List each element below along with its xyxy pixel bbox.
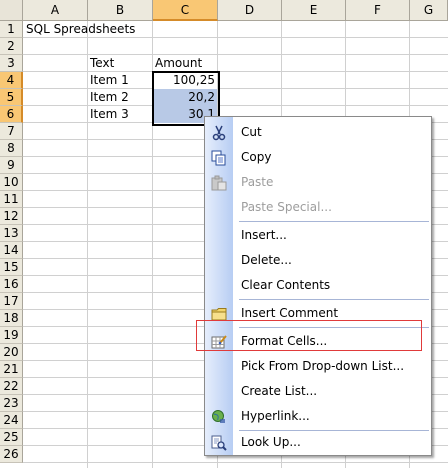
cell-b6[interactable]: Item 3 xyxy=(88,106,152,123)
scissors-icon xyxy=(211,125,227,141)
menu-item-label: Paste xyxy=(241,175,274,189)
column-header-f[interactable]: F xyxy=(346,0,410,21)
menu-item-delete[interactable]: Delete... xyxy=(205,248,431,273)
cell-b4[interactable]: Item 1 xyxy=(88,72,152,89)
column-header-d[interactable]: D xyxy=(218,0,282,21)
row-header-9[interactable]: 9 xyxy=(0,157,23,174)
cell-a1[interactable]: SQL Spreadsheets xyxy=(24,21,164,38)
menu-item-label: Copy xyxy=(241,150,272,164)
menu-item-clear-contents[interactable]: Clear Contents xyxy=(205,273,431,298)
row-header-4[interactable]: 4 xyxy=(0,72,23,89)
row-header-8[interactable]: 8 xyxy=(0,140,23,157)
row-header-26[interactable]: 26 xyxy=(0,446,23,463)
row-header-12[interactable]: 12 xyxy=(0,208,23,225)
row-header-15[interactable]: 15 xyxy=(0,259,23,276)
row-header-10[interactable]: 10 xyxy=(0,174,23,191)
row-header-3[interactable]: 3 xyxy=(0,55,23,72)
row-header-1[interactable]: 1 xyxy=(0,21,23,38)
menu-item-label: Clear Contents xyxy=(241,278,331,292)
copy-icon xyxy=(211,150,227,166)
cell-b3[interactable]: Text xyxy=(88,55,152,72)
column-header-b[interactable]: B xyxy=(88,0,153,21)
column-header-g[interactable]: G xyxy=(410,0,448,21)
row-header-25[interactable]: 25 xyxy=(0,429,23,446)
menu-separator xyxy=(239,221,429,222)
menu-item-paste-special[interactable]: Paste Special... xyxy=(205,195,431,220)
highlight-annotation-box xyxy=(196,320,422,351)
row-header-20[interactable]: 20 xyxy=(0,344,23,361)
row-header-23[interactable]: 23 xyxy=(0,395,23,412)
row-header-2[interactable]: 2 xyxy=(0,38,23,55)
menu-item-label: Hyperlink... xyxy=(241,409,310,423)
menu-item-insert[interactable]: Insert... xyxy=(205,223,431,248)
cell-c3[interactable]: Amount xyxy=(153,55,217,72)
menu-item-paste[interactable]: Paste xyxy=(205,170,431,195)
menu-separator xyxy=(239,299,429,300)
row-header-19[interactable]: 19 xyxy=(0,327,23,344)
row-header-22[interactable]: 22 xyxy=(0,378,23,395)
menu-item-label: Cut xyxy=(241,125,262,139)
row-header-6[interactable]: 6 xyxy=(0,106,23,123)
menu-item-label: Insert... xyxy=(241,228,287,242)
column-header-e[interactable]: E xyxy=(282,0,346,21)
look-up-icon xyxy=(211,435,227,451)
paste-icon xyxy=(211,175,227,191)
menu-item-label: Pick From Drop-down List... xyxy=(241,359,405,373)
hyperlink-globe-icon xyxy=(211,409,227,425)
row-header-7[interactable]: 7 xyxy=(0,123,23,140)
menu-item-label: Delete... xyxy=(241,253,292,267)
menu-item-hyperlink[interactable]: Hyperlink... xyxy=(205,404,431,429)
menu-item-create-list[interactable]: Create List... xyxy=(205,379,431,404)
menu-item-label: Create List... xyxy=(241,384,318,398)
menu-item-label: Paste Special... xyxy=(241,200,332,214)
column-header-a[interactable]: A xyxy=(23,0,88,21)
row-header-13[interactable]: 13 xyxy=(0,225,23,242)
select-all-corner[interactable] xyxy=(0,0,23,21)
menu-item-pick-from-dropdown-list[interactable]: Pick From Drop-down List... xyxy=(205,354,431,379)
row-header-16[interactable]: 16 xyxy=(0,276,23,293)
menu-item-copy[interactable]: Copy xyxy=(205,145,431,170)
column-header-c[interactable]: C xyxy=(153,0,218,21)
row-header-11[interactable]: 11 xyxy=(0,191,23,208)
context-menu: Cut Copy Paste Paste Special... Insert..… xyxy=(204,116,432,456)
cell-b5[interactable]: Item 2 xyxy=(88,89,152,106)
row-header-14[interactable]: 14 xyxy=(0,242,23,259)
row-header-17[interactable]: 17 xyxy=(0,293,23,310)
row-header-18[interactable]: 18 xyxy=(0,310,23,327)
row-header-21[interactable]: 21 xyxy=(0,361,23,378)
menu-item-look-up[interactable]: Look Up... xyxy=(205,430,431,455)
row-header-24[interactable]: 24 xyxy=(0,412,23,429)
row-header-5[interactable]: 5 xyxy=(0,89,23,106)
menu-item-cut[interactable]: Cut xyxy=(205,120,431,145)
menu-item-label: Look Up... xyxy=(241,435,301,449)
